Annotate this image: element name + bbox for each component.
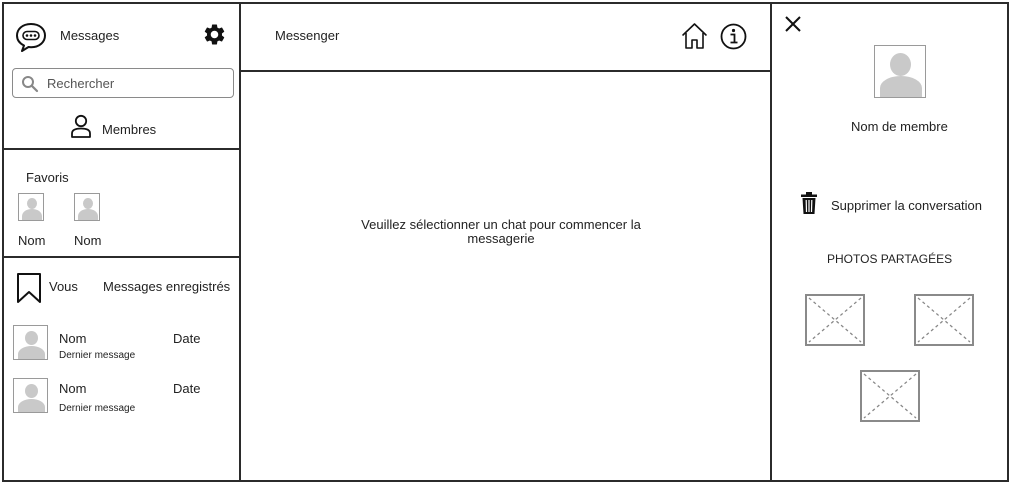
conversation-last-message: Dernier message xyxy=(59,350,136,361)
gear-icon[interactable] xyxy=(202,22,227,47)
trash-icon xyxy=(800,191,818,215)
conversation-name: Nom xyxy=(59,381,87,396)
member-avatar xyxy=(874,45,926,98)
saved-messages-row[interactable]: Vous Messages enregistrés xyxy=(14,270,236,306)
favorites-title: Favoris xyxy=(26,170,69,185)
favorite-item[interactable]: Nom xyxy=(16,192,56,250)
members-button[interactable]: Membres xyxy=(68,114,168,140)
conversation-name: Nom xyxy=(59,331,87,346)
delete-conversation-button[interactable]: Supprimer la conversation xyxy=(798,190,988,218)
chat-bubble-icon xyxy=(15,22,47,52)
shared-photo[interactable] xyxy=(805,294,865,346)
favorite-item[interactable]: Nom xyxy=(72,192,112,250)
favorite-name: Nom xyxy=(18,233,46,248)
shared-photos-title: PHOTOS PARTAGÉES xyxy=(827,252,953,266)
conversation-date: Date xyxy=(173,331,201,346)
search-icon xyxy=(21,75,39,93)
conversation-item[interactable]: Nom Date Dernier message xyxy=(12,322,234,366)
avatar xyxy=(13,325,48,360)
main-title: Messenger xyxy=(275,28,340,43)
sidebar-divider xyxy=(239,2,241,482)
search-box[interactable] xyxy=(12,68,234,98)
home-icon[interactable] xyxy=(680,22,709,50)
you-label: Vous xyxy=(49,279,78,294)
sidebar-title: Messages xyxy=(60,28,120,43)
bookmark-icon xyxy=(16,272,42,304)
saved-messages-label: Messages enregistrés xyxy=(103,279,231,294)
sidebar-section-divider-1 xyxy=(2,148,240,150)
main-header-divider xyxy=(240,70,770,72)
favorite-name: Nom xyxy=(74,233,102,248)
conversation-date: Date xyxy=(173,381,201,396)
details-divider xyxy=(770,2,772,482)
member-name: Nom de membre xyxy=(851,119,948,134)
shared-photo[interactable] xyxy=(914,294,974,346)
conversation-last-message: Dernier message xyxy=(59,403,136,414)
user-icon xyxy=(70,114,92,138)
search-input[interactable] xyxy=(47,74,227,92)
conversation-item[interactable]: Nom Date Dernier message xyxy=(12,373,234,417)
avatar xyxy=(13,378,48,413)
close-icon[interactable] xyxy=(784,15,802,33)
empty-state-message: Veuillez sélectionner un chat pour comme… xyxy=(361,217,641,246)
sidebar-section-divider-2 xyxy=(2,256,240,258)
shared-photo[interactable] xyxy=(860,370,920,422)
info-icon[interactable] xyxy=(720,23,747,50)
avatar xyxy=(74,193,100,221)
delete-conversation-label: Supprimer la conversation xyxy=(831,198,983,213)
avatar xyxy=(18,193,44,221)
members-label: Membres xyxy=(102,122,157,137)
